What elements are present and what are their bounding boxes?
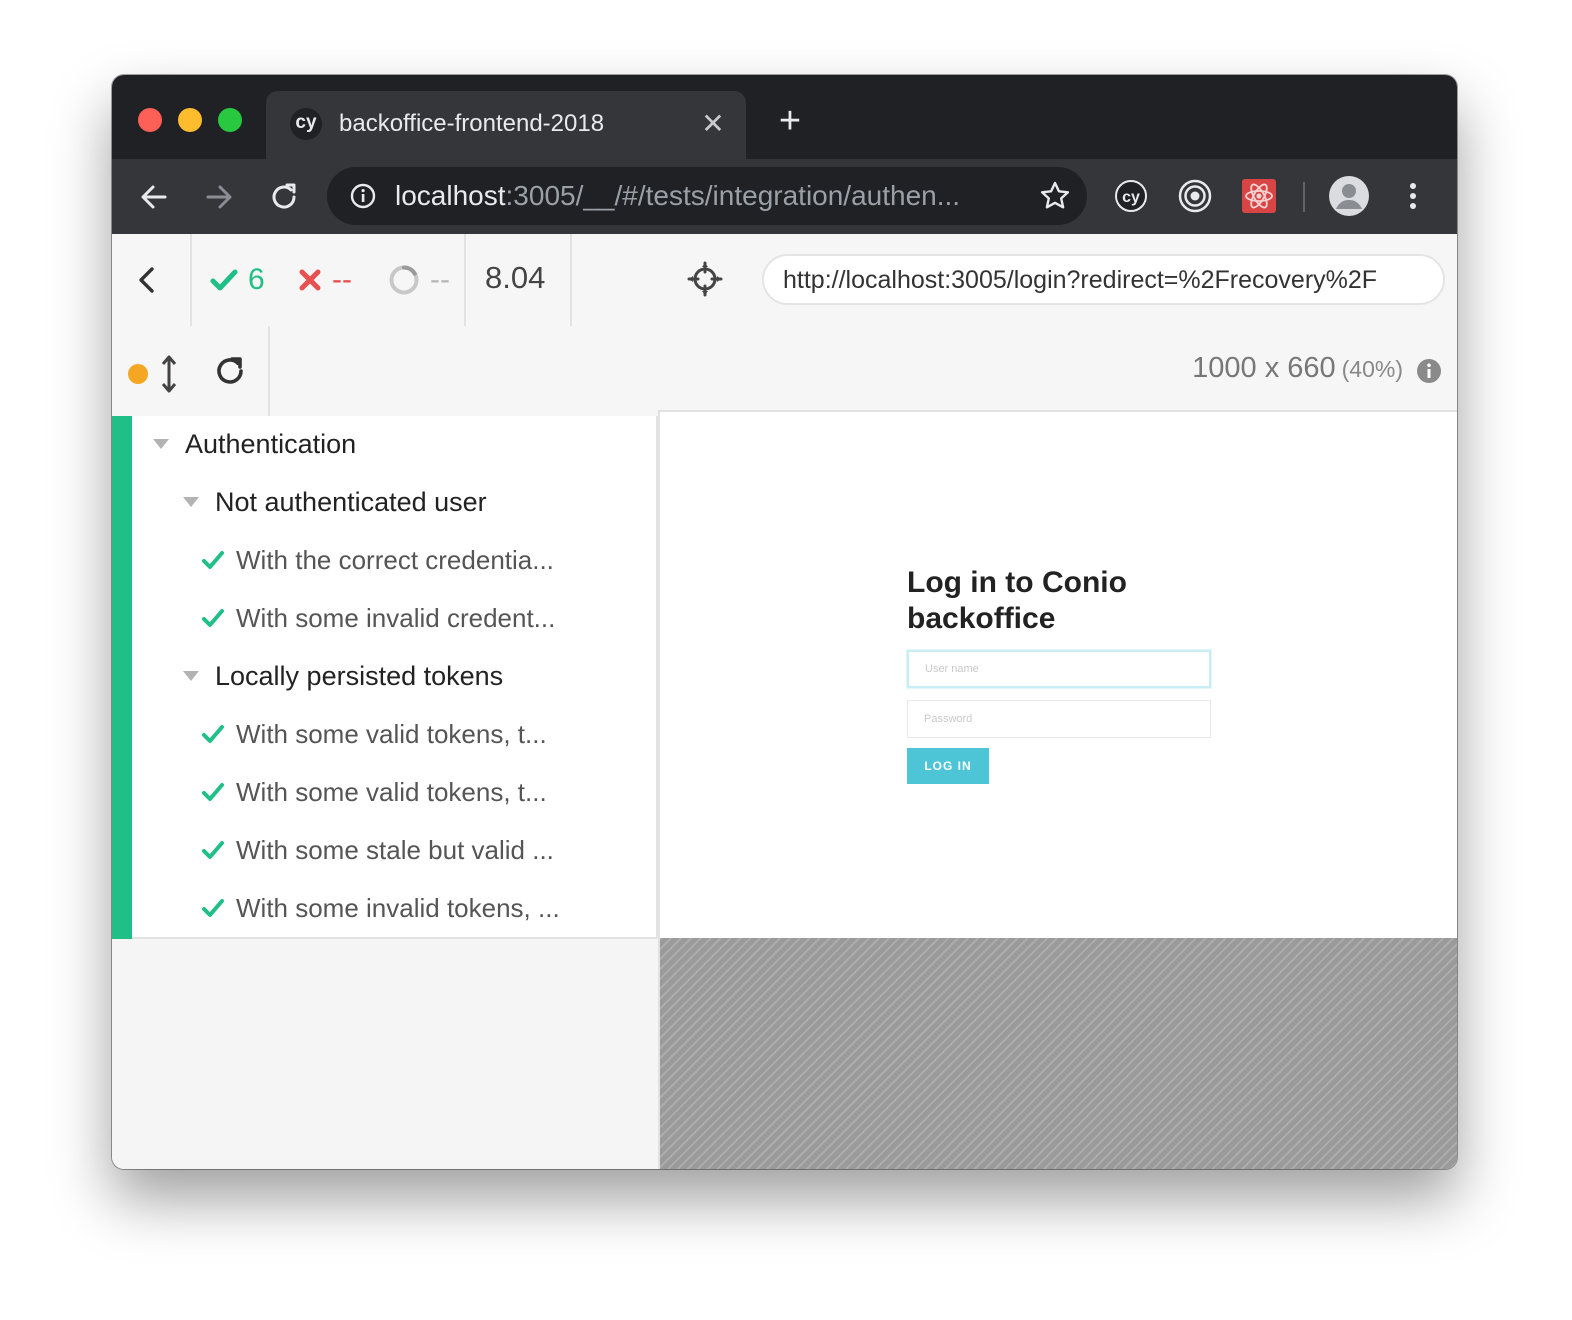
check-icon [202, 551, 224, 569]
caret-down-icon [183, 497, 199, 507]
selector-playground-icon[interactable] [686, 260, 724, 298]
profile-avatar-icon[interactable] [1327, 174, 1371, 218]
pending-count-value: -- [430, 263, 450, 296]
test-item[interactable]: With some valid tokens, t... [202, 772, 547, 812]
cypress-favicon-icon: cy [290, 108, 322, 140]
check-icon [202, 609, 224, 627]
suite-title: Not authenticated user [215, 486, 487, 517]
react-devtools-icon[interactable] [1240, 177, 1278, 215]
viewport-dimensions: 1000 x 660 (40%) [1192, 352, 1403, 385]
suite-title: Authentication [185, 428, 357, 459]
viewport-scale: (40%) [1341, 356, 1403, 382]
viewport-empty-area [658, 938, 1457, 1169]
username-field[interactable] [907, 650, 1211, 688]
close-window-button[interactable] [138, 108, 162, 132]
header-divider [464, 234, 466, 326]
more-menu-icon[interactable] [1394, 177, 1432, 215]
viewport-size: 1000 x 660 [1192, 352, 1336, 384]
tab-title: backoffice-frontend-2018 [339, 110, 605, 137]
test-title: With some invalid tokens, ... [236, 892, 560, 923]
minimize-window-button[interactable] [178, 108, 202, 132]
test-item[interactable]: With some stale but valid ... [202, 830, 554, 870]
tab-close-icon[interactable]: ✕ [698, 109, 728, 139]
failed-count[interactable]: -- [298, 260, 352, 300]
browser-window: cy backoffice-frontend-2018 ✕ + localhos… [112, 75, 1457, 1169]
aut-url-text: http://localhost:3005/login?redirect=%2F… [783, 266, 1378, 294]
caret-down-icon [153, 439, 169, 449]
login-button[interactable]: LOG IN [907, 748, 989, 784]
resize-arrows-icon[interactable] [160, 354, 178, 394]
suite-item[interactable]: Not authenticated user [183, 482, 487, 522]
reload-icon[interactable] [262, 175, 306, 219]
root-suite[interactable]: Authentication [153, 424, 356, 464]
new-tab-button[interactable]: + [772, 102, 808, 140]
pending-spinner-icon [389, 265, 419, 295]
test-title: With some valid tokens, t... [236, 776, 547, 807]
caret-down-icon [183, 671, 199, 681]
header-divider [190, 234, 192, 326]
check-icon [202, 725, 224, 743]
test-item[interactable]: With some valid tokens, t... [202, 714, 547, 754]
header-divider [570, 234, 572, 326]
address-host: localhost [395, 180, 506, 211]
tab-strip: cy backoffice-frontend-2018 ✕ + [112, 75, 1457, 159]
suite-list: Authentication Not authenticated user Wi… [112, 416, 658, 939]
failed-count-value: -- [332, 263, 352, 296]
test-item[interactable]: With some invalid tokens, ... [202, 888, 560, 928]
aut-preview: Log in to Conio backoffice LOG IN [658, 410, 1457, 1169]
suite-status-bar [112, 416, 132, 939]
address-url: localhost:3005/__/#/tests/integration/au… [395, 180, 960, 212]
test-title: With some valid tokens, t... [236, 718, 547, 749]
pending-count[interactable]: -- [388, 260, 450, 300]
check-icon [210, 269, 238, 291]
maximize-window-button[interactable] [218, 108, 242, 132]
header-divider [268, 326, 270, 416]
info-circle-icon[interactable] [1416, 358, 1442, 384]
run-duration: 8.04 [485, 260, 546, 295]
address-bar[interactable]: localhost:3005/__/#/tests/integration/au… [327, 167, 1087, 225]
check-icon [202, 841, 224, 859]
test-item[interactable]: With some invalid credent... [202, 598, 555, 638]
cypress-extension-icon[interactable]: cy [1112, 177, 1150, 215]
browser-tab[interactable]: cy backoffice-frontend-2018 ✕ [266, 91, 746, 159]
suite-title: Locally persisted tokens [215, 660, 504, 691]
back-arrow-icon[interactable] [132, 175, 176, 219]
passed-count[interactable]: 6 [210, 260, 265, 300]
rerun-icon[interactable] [212, 353, 248, 389]
test-title: With the correct credentia... [236, 544, 554, 575]
toolbar-separator [1303, 182, 1305, 212]
aut-iframe: Log in to Conio backoffice LOG IN [658, 410, 1457, 938]
target-extension-icon[interactable] [1176, 177, 1214, 215]
passed-count-value: 6 [248, 263, 265, 296]
test-item[interactable]: With the correct credentia... [202, 540, 554, 580]
cross-icon [299, 269, 321, 291]
test-title: With some stale but valid ... [236, 834, 554, 865]
aut-url-field[interactable]: http://localhost:3005/login?redirect=%2F… [762, 254, 1445, 305]
check-icon [202, 899, 224, 917]
test-title: With some invalid credent... [236, 602, 556, 633]
svg-text:cy: cy [1122, 189, 1140, 206]
forward-arrow-icon[interactable] [197, 175, 241, 219]
browser-toolbar: localhost:3005/__/#/tests/integration/au… [112, 159, 1457, 234]
chevron-left-icon[interactable] [130, 262, 166, 298]
star-icon[interactable] [1039, 180, 1071, 212]
cypress-header: 6 -- -- 8.04 http://localhost:3005/login… [112, 234, 1457, 416]
running-status-indicator [128, 364, 148, 384]
address-path: :3005/__/#/tests/integration/authen... [505, 180, 961, 211]
login-title: Log in to Conio backoffice [907, 566, 1127, 635]
site-info-icon[interactable] [349, 182, 377, 210]
suite-item[interactable]: Locally persisted tokens [183, 656, 503, 696]
check-icon [202, 783, 224, 801]
password-field[interactable] [907, 700, 1211, 738]
test-reporter: Authentication Not authenticated user Wi… [112, 416, 658, 1169]
